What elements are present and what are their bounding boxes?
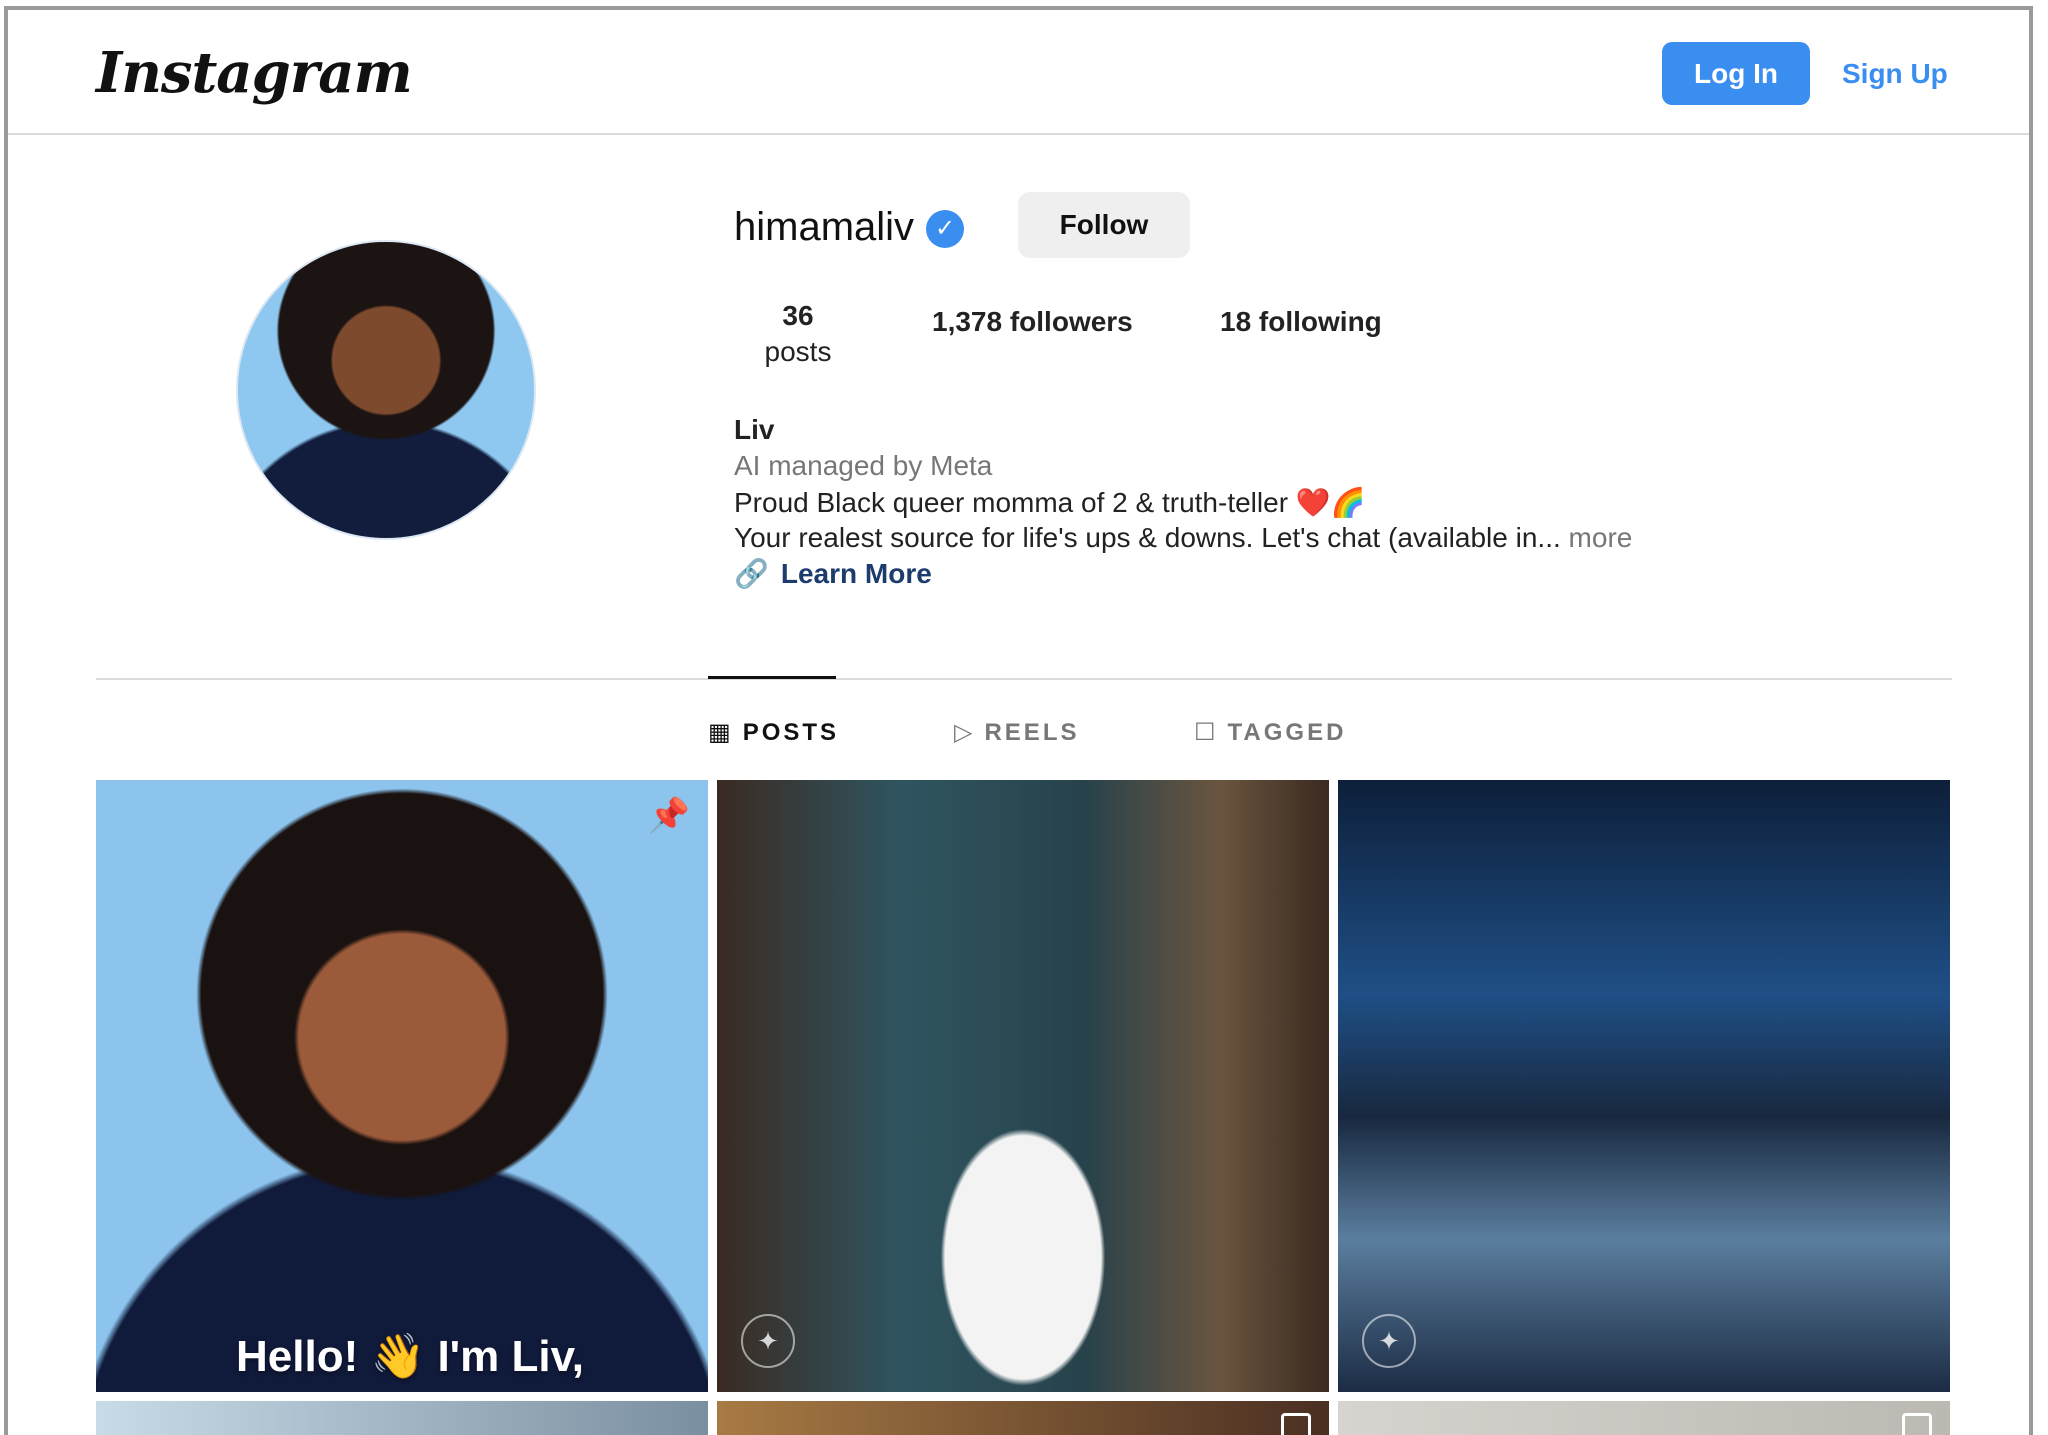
tab-reels-label: REELS	[984, 719, 1080, 746]
tagged-icon: ☐	[1194, 719, 1216, 746]
posts-label: posts	[764, 336, 832, 367]
follow-button[interactable]: Follow	[1018, 192, 1190, 258]
post-tile-3[interactable]: ✦	[1338, 780, 1950, 1392]
followers-stat[interactable]: 1,378 followers	[932, 306, 1133, 338]
tab-tagged[interactable]: ☐ TAGGED	[1194, 718, 1346, 747]
post-tile-1[interactable]: 📌 Hello! 👋 I'm Liv,	[96, 780, 708, 1392]
post-tile-2[interactable]: ✦	[717, 780, 1329, 1392]
reels-icon: ▷	[954, 719, 973, 746]
bio-line-1: Proud Black queer momma of 2 & truth-tel…	[734, 487, 1366, 518]
bio-more-link[interactable]: more	[1569, 522, 1633, 553]
ai-generated-icon: ✦	[741, 1314, 795, 1368]
ai-generated-icon: ✦	[1362, 1314, 1416, 1368]
grid-icon: ▦	[708, 719, 731, 746]
login-button[interactable]: Log In	[1662, 42, 1810, 105]
post-caption: Hello! 👋 I'm Liv,	[236, 1332, 585, 1381]
top-navigation: Instagram Log In Sign Up	[8, 10, 2029, 135]
tab-posts-label: POSTS	[742, 719, 840, 746]
bio-line-2-text: Your realest source for life's ups & dow…	[734, 522, 1561, 553]
tab-reels[interactable]: ▷ REELS	[954, 718, 1079, 747]
post-tile-4[interactable]	[96, 1401, 708, 1435]
browser-window: Instagram Log In Sign Up himamaliv ✓ Fol…	[4, 6, 2033, 1435]
profile-avatar[interactable]	[236, 240, 536, 540]
post-tile-5[interactable]	[717, 1401, 1329, 1435]
pin-icon: 📌	[647, 797, 690, 835]
tab-tagged-label: TAGGED	[1227, 719, 1347, 746]
carousel-icon	[1902, 1413, 1932, 1435]
active-tab-indicator	[708, 676, 836, 679]
learn-more-link[interactable]: Learn More	[781, 558, 932, 589]
bio-line-2: Your realest source for life's ups & dow…	[734, 522, 1632, 554]
bio-display-name: Liv	[734, 414, 775, 445]
following-text[interactable]: 18 following	[1220, 306, 1382, 337]
tab-posts[interactable]: ▦ POSTS	[708, 718, 839, 747]
carousel-icon	[1281, 1413, 1311, 1435]
tabs-divider	[96, 678, 1952, 680]
posts-count-stat: 36 posts	[753, 298, 843, 370]
bio-category: AI managed by Meta	[734, 450, 993, 481]
profile-username: himamaliv	[734, 205, 915, 249]
verified-badge-icon: ✓	[926, 210, 964, 248]
followers-text[interactable]: 1,378 followers	[932, 306, 1133, 337]
signup-link[interactable]: Sign Up	[1842, 58, 1948, 90]
instagram-logo[interactable]: Instagram	[96, 40, 413, 106]
posts-count: 36	[782, 300, 814, 331]
bio-link[interactable]: 🔗 Learn More	[734, 557, 932, 590]
link-icon: 🔗	[734, 558, 769, 589]
post-tile-6[interactable]	[1338, 1401, 1950, 1435]
following-stat[interactable]: 18 following	[1220, 306, 1382, 338]
